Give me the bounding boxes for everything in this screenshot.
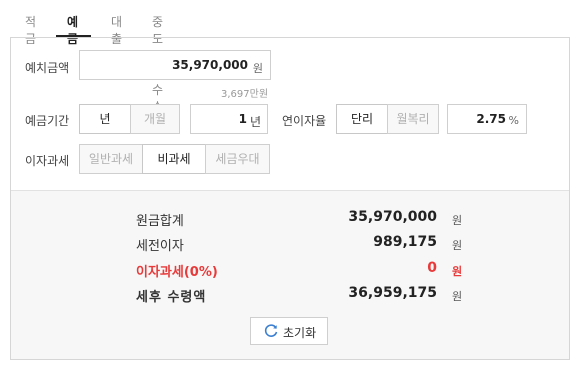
- total-principal-value: 35,970,000: [348, 209, 437, 225]
- total-principal-label: 원금합계: [136, 214, 184, 229]
- calculator-widget: 적금 예금 대출 중도상환수수료 예치금액 35,970,000 원 3,697…: [0, 0, 576, 365]
- period-value: 1: [238, 112, 247, 126]
- deposit-amount-value: 35,970,000: [172, 58, 248, 72]
- reset-button[interactable]: 초기화: [250, 317, 328, 345]
- rate-unit: %: [508, 114, 519, 127]
- rate-compound-toggle[interactable]: 월복리: [387, 104, 439, 134]
- pre-tax-interest-label: 세전이자: [136, 239, 184, 254]
- tax-preferential-toggle[interactable]: 세금우대: [205, 144, 270, 174]
- rate-value: 2.75: [476, 112, 506, 126]
- reset-label: 초기화: [283, 326, 317, 340]
- pre-tax-interest-value: 989,175: [373, 234, 437, 250]
- period-input[interactable]: 1 년: [190, 104, 268, 134]
- rate-simple-toggle[interactable]: 단리: [336, 104, 388, 134]
- calculator-panel: 예치금액 35,970,000 원 3,697만원 예금기간 년 개월 1 년 …: [10, 37, 570, 360]
- period-unit: 년: [249, 115, 261, 129]
- deposit-amount-unit: 원: [252, 62, 263, 75]
- deposit-hint: 3,697만원: [221, 89, 269, 100]
- rate-input[interactable]: 2.75 %: [447, 104, 527, 134]
- after-tax-label: 세후 수령액: [136, 290, 207, 305]
- rate-label: 연이자율: [282, 114, 327, 128]
- tax-general-toggle[interactable]: 일반과세: [79, 144, 143, 174]
- interest-tax-label: 이자과세(0%): [136, 265, 218, 280]
- deposit-label: 예치금액: [25, 61, 70, 75]
- pre-tax-interest-unit: 원: [452, 239, 463, 252]
- after-tax-value: 36,959,175: [348, 285, 437, 301]
- deposit-amount-input[interactable]: 35,970,000 원: [79, 50, 271, 80]
- tax-exempt-toggle[interactable]: 비과세: [142, 144, 206, 174]
- interest-tax-value: 0: [427, 260, 437, 276]
- period-year-toggle[interactable]: 년: [79, 104, 131, 134]
- total-principal-unit: 원: [452, 214, 463, 227]
- refresh-icon: [263, 323, 279, 339]
- period-label: 예금기간: [25, 114, 70, 128]
- interest-tax-unit: 원: [452, 265, 463, 278]
- period-month-toggle[interactable]: 개월: [130, 104, 180, 134]
- after-tax-unit: 원: [452, 290, 463, 303]
- tax-label: 이자과세: [25, 154, 70, 168]
